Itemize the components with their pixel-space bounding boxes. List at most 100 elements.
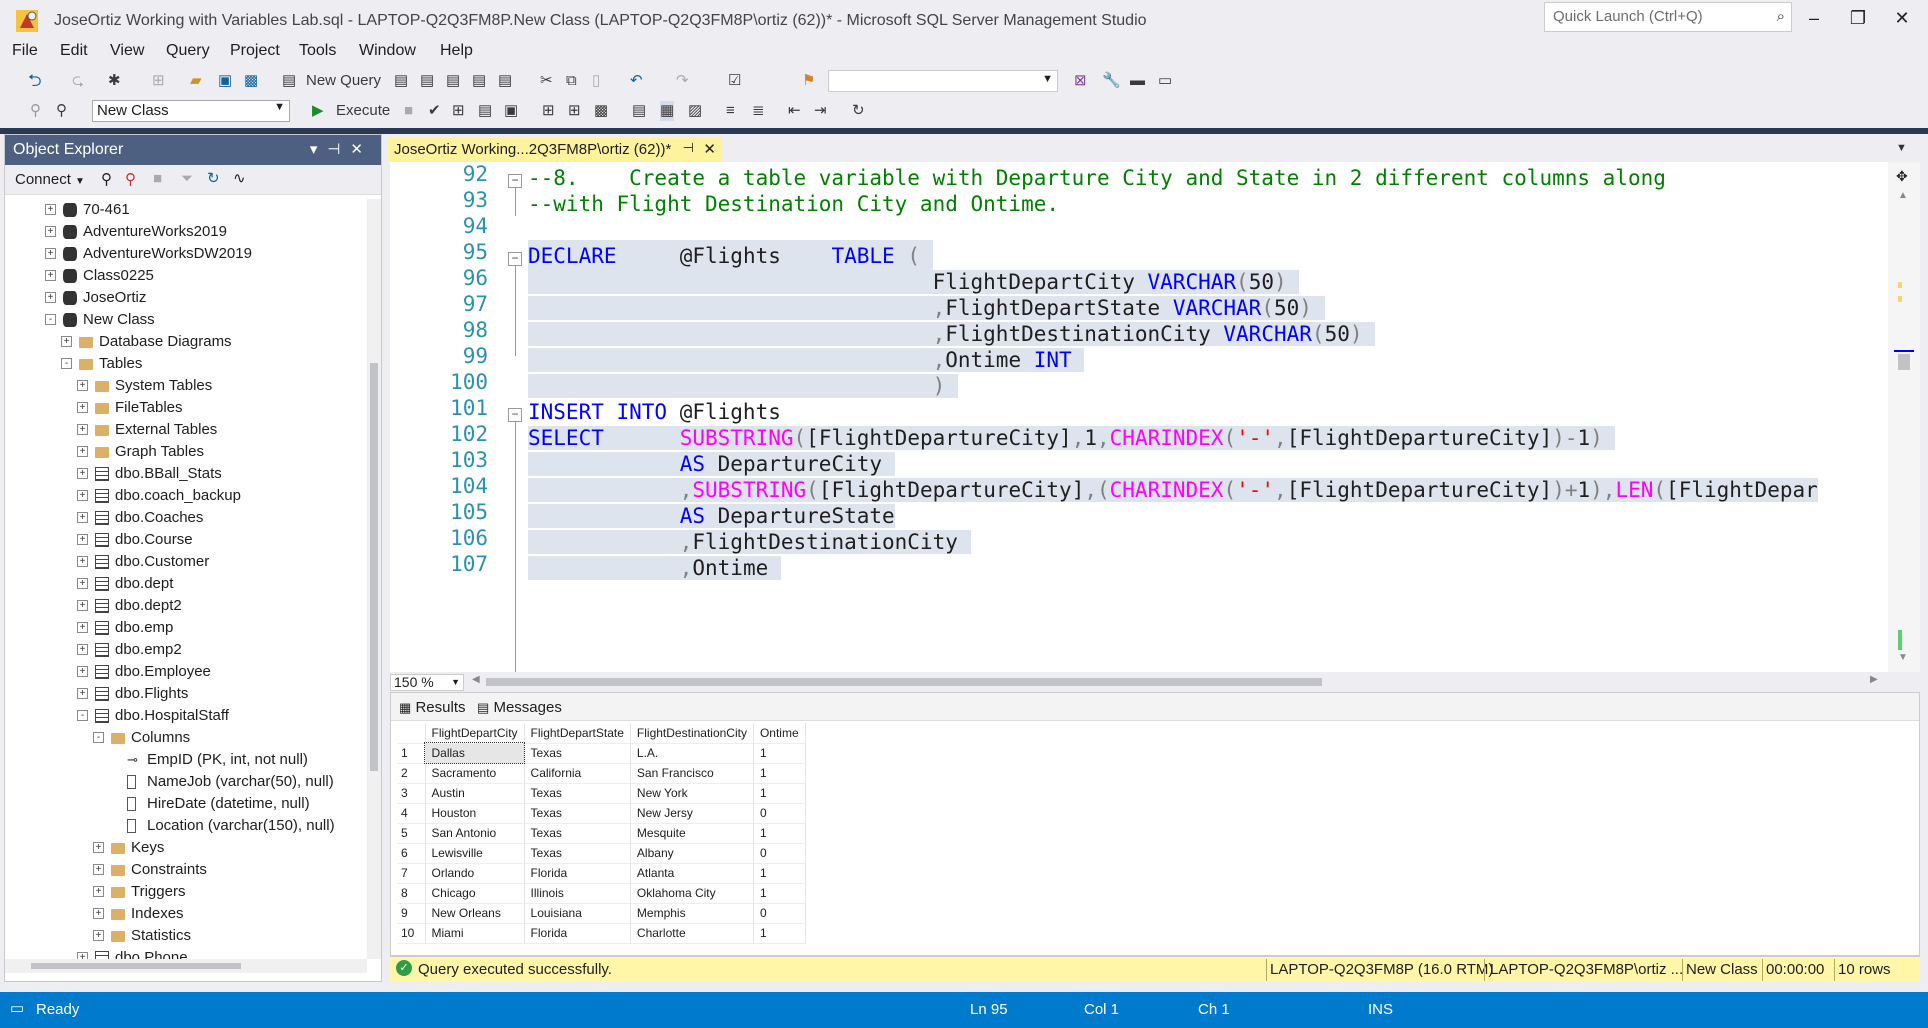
grid-cell[interactable]: Oklahoma City — [630, 883, 754, 904]
expand-icon[interactable]: + — [77, 666, 88, 677]
undo-icon[interactable]: ↶ — [630, 71, 643, 91]
tree-node[interactable]: + FileTables — [5, 397, 367, 419]
grid-cell[interactable]: Lewisville — [425, 843, 525, 864]
menu-edit[interactable]: Edit — [60, 42, 88, 60]
tree-node[interactable]: + dbo.BBall_Stats — [5, 463, 367, 485]
grid-cell[interactable]: 0 — [753, 843, 806, 864]
filter-icon[interactable]: ⏷ — [181, 170, 193, 187]
query-options-icon[interactable]: ▤ — [478, 101, 492, 121]
tree-node[interactable]: + Database Diagrams — [5, 331, 367, 353]
tree-node[interactable]: + System Tables — [5, 375, 367, 397]
column-header[interactable]: FlightDepartCity — [425, 723, 525, 744]
back-icon[interactable]: ⮌ — [28, 71, 42, 91]
grid-cell[interactable]: Mesquite — [630, 823, 754, 844]
table-row[interactable]: 7 Orlando Florida Atlanta 1 — [397, 863, 806, 884]
find-icon[interactable]: ⚑ — [802, 71, 815, 91]
grid-cell[interactable]: Louisiana — [524, 903, 631, 924]
forward-icon[interactable]: ⮎ — [72, 71, 84, 91]
grid-cell[interactable]: Miami — [425, 923, 525, 944]
expand-icon[interactable]: + — [77, 644, 88, 655]
grid-cell[interactable]: Texas — [524, 823, 631, 844]
grid-cell[interactable]: Charlotte — [630, 923, 754, 944]
scroll-down-icon[interactable]: ▼ — [1898, 652, 1908, 663]
grid-cell[interactable]: Dallas — [423, 742, 526, 764]
tree-node[interactable]: +70-461 — [5, 199, 367, 221]
scroll-left-icon[interactable]: ◀ — [472, 674, 480, 685]
expand-icon[interactable]: + — [45, 292, 56, 303]
menu-tools[interactable]: Tools — [299, 42, 336, 60]
horizontal-scrollbar-thumb[interactable] — [486, 678, 1322, 686]
grid-cell[interactable]: Florida — [524, 923, 631, 944]
new-project-icon[interactable]: ✱ — [108, 71, 121, 91]
expand-icon[interactable]: + — [93, 930, 104, 941]
quick-launch-input[interactable]: Quick Launch (Ctrl+Q) ⌕ — [1544, 2, 1792, 32]
table-row[interactable]: 1 Dallas Texas L.A. 1 — [397, 742, 806, 764]
expand-icon[interactable]: + — [77, 556, 88, 567]
query-analysis-icon[interactable]: ▤ — [498, 71, 512, 91]
menu-help[interactable]: Help — [440, 42, 473, 60]
grid-cell[interactable]: L.A. — [630, 743, 754, 764]
grid-cell[interactable]: 0 — [753, 803, 806, 824]
search-icon[interactable]: ⌕ — [1777, 8, 1785, 25]
search-combo[interactable]: ▼ — [828, 70, 1058, 92]
connect-plug-icon[interactable]: ⚲ — [101, 170, 112, 188]
new-query-button[interactable]: New Query — [306, 71, 381, 91]
expand-icon[interactable]: + — [77, 600, 88, 611]
toolbox-icon[interactable]: ▬ — [1130, 71, 1145, 91]
grid-cell[interactable]: Memphis — [630, 903, 754, 924]
expand-icon[interactable]: + — [77, 380, 88, 391]
tree-node[interactable]: + dbo.dept2 — [5, 595, 367, 617]
table-row[interactable]: 4 Houston Texas New Jersy 0 — [397, 803, 806, 824]
row-number[interactable]: 10 — [397, 923, 426, 944]
expand-icon[interactable]: + — [45, 226, 56, 237]
grid-cell[interactable]: New Orleans — [425, 903, 525, 924]
grid-cell[interactable]: Illinois — [524, 883, 631, 904]
tree-node[interactable]: - New Class — [5, 309, 367, 331]
results-grid[interactable]: FlightDepartCity FlightDepartState Fligh… — [397, 723, 806, 944]
close-window-button[interactable]: ✕ — [1880, 4, 1924, 32]
grid-cell[interactable]: 1 — [753, 923, 806, 944]
query-dax-icon[interactable]: ▤ — [472, 71, 486, 91]
save-all-icon[interactable]: ▩ — [244, 71, 258, 91]
table-row[interactable]: 3 Austin Texas New York 1 — [397, 783, 806, 804]
tree-node[interactable]: Location (varchar(150), null) — [5, 815, 367, 837]
collapse-icon[interactable]: - — [45, 314, 56, 325]
menu-project[interactable]: Project — [230, 42, 280, 60]
tree-node[interactable]: - dbo.HospitalStaff — [5, 705, 367, 727]
grid-cell[interactable]: 1 — [753, 783, 806, 804]
collapse-toggle[interactable]: − — [508, 408, 522, 422]
execute-button[interactable]: Execute — [336, 101, 390, 121]
grid-cell[interactable]: Atlanta — [630, 863, 754, 884]
available-databases-combo[interactable]: New Class ▼ — [92, 100, 290, 122]
expand-icon[interactable]: + — [93, 842, 104, 853]
collapse-icon[interactable]: - — [93, 732, 104, 743]
tree-node[interactable]: + Statistics — [5, 925, 367, 947]
grid-cell[interactable]: New Jersy — [630, 803, 754, 824]
close-icon[interactable]: ✕ — [350, 141, 373, 158]
collapse-icon[interactable]: - — [77, 710, 88, 721]
tree-node[interactable]: - Columns — [5, 727, 367, 749]
menu-query[interactable]: Query — [166, 42, 210, 60]
column-header[interactable]: FlightDestinationCity — [630, 723, 754, 744]
object-explorer-vertical-scrollbar[interactable] — [367, 199, 381, 959]
pin-icon[interactable]: ⊣ — [683, 140, 694, 156]
display-plan-icon[interactable]: ⊞ — [452, 101, 465, 121]
row-number[interactable]: 9 — [397, 903, 426, 924]
tree-node[interactable]: + Keys — [5, 837, 367, 859]
expand-icon[interactable]: + — [61, 336, 72, 347]
menu-view[interactable]: View — [110, 42, 144, 60]
object-explorer-horizontal-scrollbar[interactable] — [5, 959, 367, 973]
row-number[interactable]: 7 — [397, 863, 426, 884]
results-to-grid-icon[interactable]: ▦ — [660, 101, 675, 121]
grid-cell[interactable]: Albany — [630, 843, 754, 864]
execute-icon[interactable]: ▶ — [312, 101, 324, 121]
uncomment-icon[interactable]: ≣ — [752, 101, 765, 121]
row-number[interactable]: 1 — [397, 743, 426, 764]
expand-icon[interactable]: + — [93, 886, 104, 897]
expand-icon[interactable]: + — [77, 534, 88, 545]
new-query-icon[interactable]: ▤ — [282, 71, 296, 91]
grid-cell[interactable]: San Antonio — [425, 823, 525, 844]
open-file-icon[interactable]: ▰ — [190, 71, 202, 91]
code-area[interactable]: --8. Create a table variable with Depart… — [528, 162, 1888, 672]
grid-cell[interactable]: 1 — [753, 763, 806, 784]
